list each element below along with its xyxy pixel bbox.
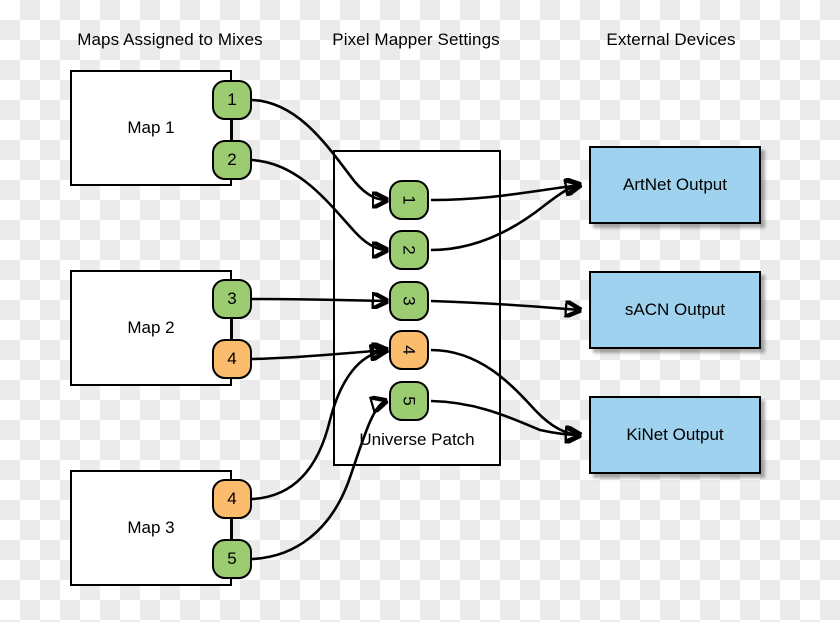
patch-node-3[interactable]: 3 <box>389 281 429 321</box>
device-box-sacn[interactable]: sACN Output <box>589 271 761 349</box>
map2-node-3[interactable]: 3 <box>212 279 252 319</box>
map2-node-4[interactable]: 4 <box>212 339 252 379</box>
patch-node-1-label: 1 <box>400 195 419 205</box>
map2-node-3-label: 3 <box>227 289 237 308</box>
map1-node-1-label: 1 <box>227 90 237 109</box>
diagram-canvas: Maps Assigned to Mixes Pixel Mapper Sett… <box>0 0 840 622</box>
patch-node-1[interactable]: 1 <box>389 180 429 220</box>
device-box-kinet[interactable]: KiNet Output <box>589 396 761 474</box>
map1-node-2-label: 2 <box>227 150 237 169</box>
map1-node-2[interactable]: 2 <box>212 140 252 180</box>
column-title-maps: Maps Assigned to Mixes <box>77 30 263 49</box>
map2-node-4-label: 4 <box>227 349 237 368</box>
patch-node-2[interactable]: 2 <box>389 230 429 270</box>
map-box-map2[interactable]: Map 2 <box>70 270 232 386</box>
column-title-external-devices: External Devices <box>606 30 736 49</box>
device-label-artnet: ArtNet Output <box>623 175 727 194</box>
map-label-map3: Map 3 <box>127 518 175 537</box>
map3-node-5[interactable]: 5 <box>212 539 252 579</box>
patch-node-4[interactable]: 4 <box>389 330 429 370</box>
map3-node-5-label: 5 <box>227 549 237 568</box>
patch-node-2-label: 2 <box>400 245 419 255</box>
device-box-artnet[interactable]: ArtNet Output <box>589 146 761 224</box>
map-label-map1: Map 1 <box>127 118 175 137</box>
column-title-pixel-mapper: Pixel Mapper Settings <box>332 30 500 49</box>
map3-node-4[interactable]: 4 <box>212 479 252 519</box>
patch-node-4-label: 4 <box>400 345 419 355</box>
patch-node-5[interactable]: 5 <box>389 381 429 421</box>
patch-node-5-label: 5 <box>400 396 419 406</box>
map1-node-1[interactable]: 1 <box>212 80 252 120</box>
map-label-map2: Map 2 <box>127 318 175 337</box>
patch-node-3-label: 3 <box>400 296 419 306</box>
universe-patch-label: Universe Patch <box>359 430 475 449</box>
map3-node-4-label: 4 <box>227 489 237 508</box>
device-label-kinet: KiNet Output <box>626 425 724 444</box>
device-label-sacn: sACN Output <box>624 300 726 319</box>
map-box-map1[interactable]: Map 1 <box>70 70 232 186</box>
map-box-map3[interactable]: Map 3 <box>70 470 232 586</box>
